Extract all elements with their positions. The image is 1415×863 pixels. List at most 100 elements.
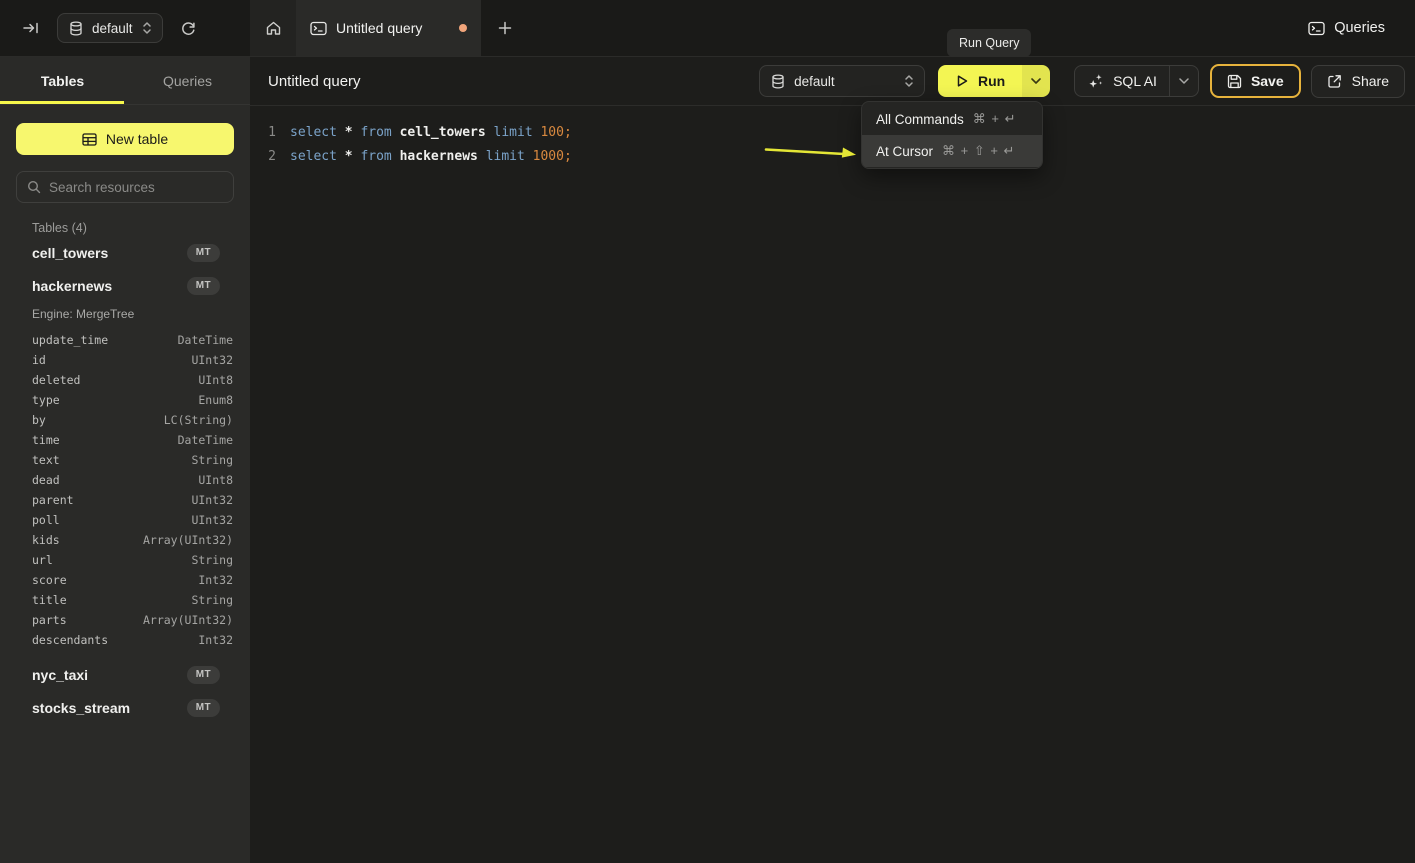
- new-tab-button[interactable]: [481, 0, 529, 56]
- save-button-label: Save: [1251, 73, 1284, 89]
- home-icon: [265, 20, 282, 37]
- new-table-button[interactable]: New table: [16, 123, 234, 155]
- share-icon: [1327, 74, 1342, 89]
- tab-untitled-query[interactable]: Untitled query: [296, 0, 481, 56]
- column-type: UInt32: [191, 513, 233, 527]
- column-name: update_time: [32, 333, 178, 347]
- topbar-spacer: [529, 0, 1308, 56]
- table-row-nyc-taxi[interactable]: nyc_taxi MT: [0, 658, 250, 691]
- sidebar-tab-queries-label: Queries: [163, 73, 212, 89]
- menu-item-at-cursor[interactable]: At Cursor⌘ + ⇧ + ↵: [862, 135, 1042, 167]
- column-name: title: [32, 593, 191, 607]
- sidebar: Tables Queries New table: [0, 57, 250, 863]
- run-button-label: Run: [978, 73, 1005, 89]
- table-icon: [82, 133, 97, 146]
- column-type: UInt8: [198, 373, 233, 387]
- column-name: deleted: [32, 373, 198, 387]
- column-type: Enum8: [198, 393, 233, 407]
- search-resources-box: [16, 171, 234, 203]
- active-tab-underline: [0, 101, 124, 104]
- column-type: DateTime: [178, 433, 233, 447]
- column-name: time: [32, 433, 178, 447]
- menu-item-shortcut: ⌘ + ⇧ + ↵: [942, 143, 1015, 159]
- tab-bar: Untitled query: [250, 0, 529, 56]
- run-options-dropdown-button[interactable]: [1022, 65, 1050, 97]
- engine-badge: MT: [187, 699, 220, 717]
- new-table-label: New table: [106, 131, 168, 147]
- sql-ai-dropdown-button[interactable]: [1170, 66, 1198, 96]
- sidebar-tab-tables[interactable]: Tables: [0, 57, 125, 104]
- plus-icon: [498, 21, 512, 35]
- column-type: Int32: [198, 573, 233, 587]
- topbar-left-cluster: default: [0, 0, 250, 56]
- column-row: byLC(String): [0, 410, 250, 430]
- column-name: url: [32, 553, 191, 567]
- column-type: Array(UInt32): [143, 533, 233, 547]
- column-name: type: [32, 393, 198, 407]
- save-icon: [1227, 74, 1242, 89]
- queries-button[interactable]: Queries: [1308, 0, 1385, 56]
- column-row: urlString: [0, 550, 250, 570]
- table-name: stocks_stream: [32, 700, 187, 716]
- table-row-stocks-stream[interactable]: stocks_stream MT: [0, 691, 250, 724]
- search-icon: [27, 180, 41, 194]
- table-name: cell_towers: [32, 245, 187, 261]
- queries-terminal-icon: [1308, 21, 1325, 36]
- database-selector-toolbar[interactable]: default: [759, 65, 925, 97]
- column-type: Int32: [198, 633, 233, 647]
- queries-button-label: Queries: [1334, 20, 1385, 36]
- collapse-sidebar-button[interactable]: [22, 20, 40, 36]
- save-button[interactable]: Save: [1210, 64, 1301, 98]
- column-row: update_timeDateTime: [0, 330, 250, 350]
- main-area: Untitled query default: [250, 57, 1415, 863]
- column-list: update_timeDateTimeidUInt32deletedUInt8t…: [0, 330, 250, 650]
- sql-editor[interactable]: 1select * from cell_towers limit 100;2se…: [250, 106, 1415, 863]
- column-name: score: [32, 573, 198, 587]
- column-row: idUInt32: [0, 350, 250, 370]
- run-button-group: Run: [938, 65, 1050, 97]
- sql-ai-button[interactable]: SQL AI: [1075, 66, 1169, 96]
- column-type: UInt8: [198, 473, 233, 487]
- column-name: parent: [32, 493, 191, 507]
- column-type: LC(String): [164, 413, 233, 427]
- sparkles-icon: [1088, 73, 1104, 89]
- column-name: by: [32, 413, 164, 427]
- column-row: partsArray(UInt32): [0, 610, 250, 630]
- database-selector-topbar[interactable]: default: [57, 13, 163, 43]
- column-type: DateTime: [178, 333, 233, 347]
- database-selector-value: default: [92, 21, 133, 36]
- engine-badge: MT: [187, 666, 220, 684]
- home-button[interactable]: [250, 0, 296, 56]
- table-name: hackernews: [32, 278, 187, 294]
- column-type: String: [191, 453, 233, 467]
- chevron-down-icon: [1031, 78, 1041, 84]
- tables-section-title: Tables (4): [0, 221, 250, 235]
- column-row: deadUInt8: [0, 470, 250, 490]
- share-button[interactable]: Share: [1311, 65, 1405, 98]
- table-row-hackernews[interactable]: hackernews MT: [0, 269, 250, 302]
- line-number: 2: [250, 149, 276, 164]
- column-row: typeEnum8: [0, 390, 250, 410]
- column-row: deletedUInt8: [0, 370, 250, 390]
- column-type: UInt32: [191, 353, 233, 367]
- chevron-down-icon: [1179, 78, 1189, 84]
- column-name: kids: [32, 533, 143, 547]
- sql-ai-label: SQL AI: [1113, 73, 1157, 89]
- sidebar-tab-queries[interactable]: Queries: [125, 57, 250, 104]
- menu-item-all-commands[interactable]: All Commands⌘ + ↵: [862, 103, 1042, 135]
- database-icon: [69, 21, 83, 36]
- refresh-button[interactable]: [180, 20, 197, 37]
- query-toolbar: Untitled query default: [250, 57, 1415, 106]
- column-row: titleString: [0, 590, 250, 610]
- engine-badge: MT: [187, 244, 220, 262]
- engine-badge: MT: [187, 277, 220, 295]
- database-selector-value: default: [794, 74, 895, 89]
- run-button[interactable]: Run: [938, 65, 1022, 97]
- app-root: default: [0, 0, 1415, 863]
- line-number: 1: [250, 125, 276, 140]
- play-icon: [955, 74, 969, 88]
- table-row-cell-towers[interactable]: cell_towers MT: [0, 236, 250, 269]
- column-row: pollUInt32: [0, 510, 250, 530]
- updown-chevron-icon: [142, 21, 152, 35]
- search-input[interactable]: [49, 180, 223, 195]
